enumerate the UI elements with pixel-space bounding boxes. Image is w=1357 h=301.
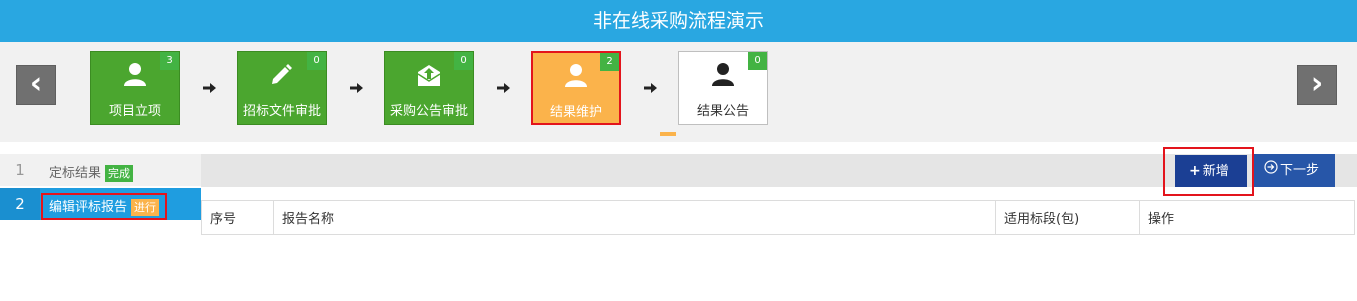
sidebar-item-number: 1 (15, 161, 25, 179)
step-label: 结果维护 (549, 105, 602, 120)
sidebar-item-text: 定标结果 (49, 166, 102, 181)
arrow-right-icon (644, 83, 657, 93)
status-badge: 进行 (131, 199, 160, 216)
add-button-label: 新增 (1202, 164, 1229, 179)
sidebar-item-label: 定标结果 完成 (49, 162, 134, 182)
step-count-badge: 0 (454, 52, 473, 70)
arrow-right-icon (203, 83, 216, 93)
prev-steps-button[interactable]: ‹ (16, 65, 56, 105)
step-result-maintenance[interactable]: 结果维护 2 (531, 51, 621, 125)
sidebar-item-number: 2 (0, 188, 40, 220)
step-label: 项目立项 (108, 104, 161, 119)
next-steps-button[interactable]: › (1297, 65, 1337, 105)
arrow-right-icon (497, 83, 510, 93)
column-header-index: 序号 (201, 200, 274, 235)
report-table: 序号 报告名称 适用标段(包) 操作 (201, 200, 1355, 235)
step-count-badge: 3 (160, 52, 179, 70)
page-title: 非在线采购流程演示 (0, 0, 1357, 42)
sidebar-item-award-result[interactable]: 1 定标结果 完成 (0, 154, 201, 186)
step-label: 采购公告审批 (389, 104, 468, 119)
add-button[interactable]: + 新增 (1175, 155, 1247, 187)
next-step-label: 下一步 (1280, 163, 1320, 178)
column-header-section: 适用标段(包) (995, 200, 1140, 235)
step-label: 结果公告 (696, 104, 749, 119)
step-count-badge: 0 (748, 52, 767, 70)
circle-arrow-right-icon (1264, 154, 1278, 187)
sidebar-item-edit-evaluation-report[interactable]: 2 编辑评标报告 进行 (0, 188, 201, 220)
next-step-button[interactable]: 下一步 (1254, 154, 1335, 187)
column-header-actions: 操作 (1139, 200, 1355, 235)
status-badge: 完成 (105, 165, 134, 182)
sidebar-item-label: 编辑评标报告 进行 (41, 193, 168, 220)
process-steps-bar: ‹ 项目立项 3 招标文件审批 0 采购公告审批 0 结果维护 2 结果公告 0… (0, 42, 1357, 142)
sidebar-item-text: 编辑评标报告 (49, 200, 128, 215)
arrow-right-icon (350, 83, 363, 93)
step-tender-doc-approval[interactable]: 招标文件审批 0 (237, 51, 327, 125)
step-project-setup[interactable]: 项目立项 3 (90, 51, 180, 125)
plus-icon: + (1189, 163, 1201, 179)
step-count-badge: 2 (600, 53, 619, 71)
table-header-row: 序号 报告名称 适用标段(包) 操作 (201, 200, 1355, 235)
current-step-indicator (660, 132, 676, 136)
step-label: 招标文件审批 (242, 104, 321, 119)
column-header-report-name: 报告名称 (273, 200, 996, 235)
step-procurement-notice-approval[interactable]: 采购公告审批 0 (384, 51, 474, 125)
step-count-badge: 0 (307, 52, 326, 70)
step-result-announcement[interactable]: 结果公告 0 (678, 51, 768, 125)
